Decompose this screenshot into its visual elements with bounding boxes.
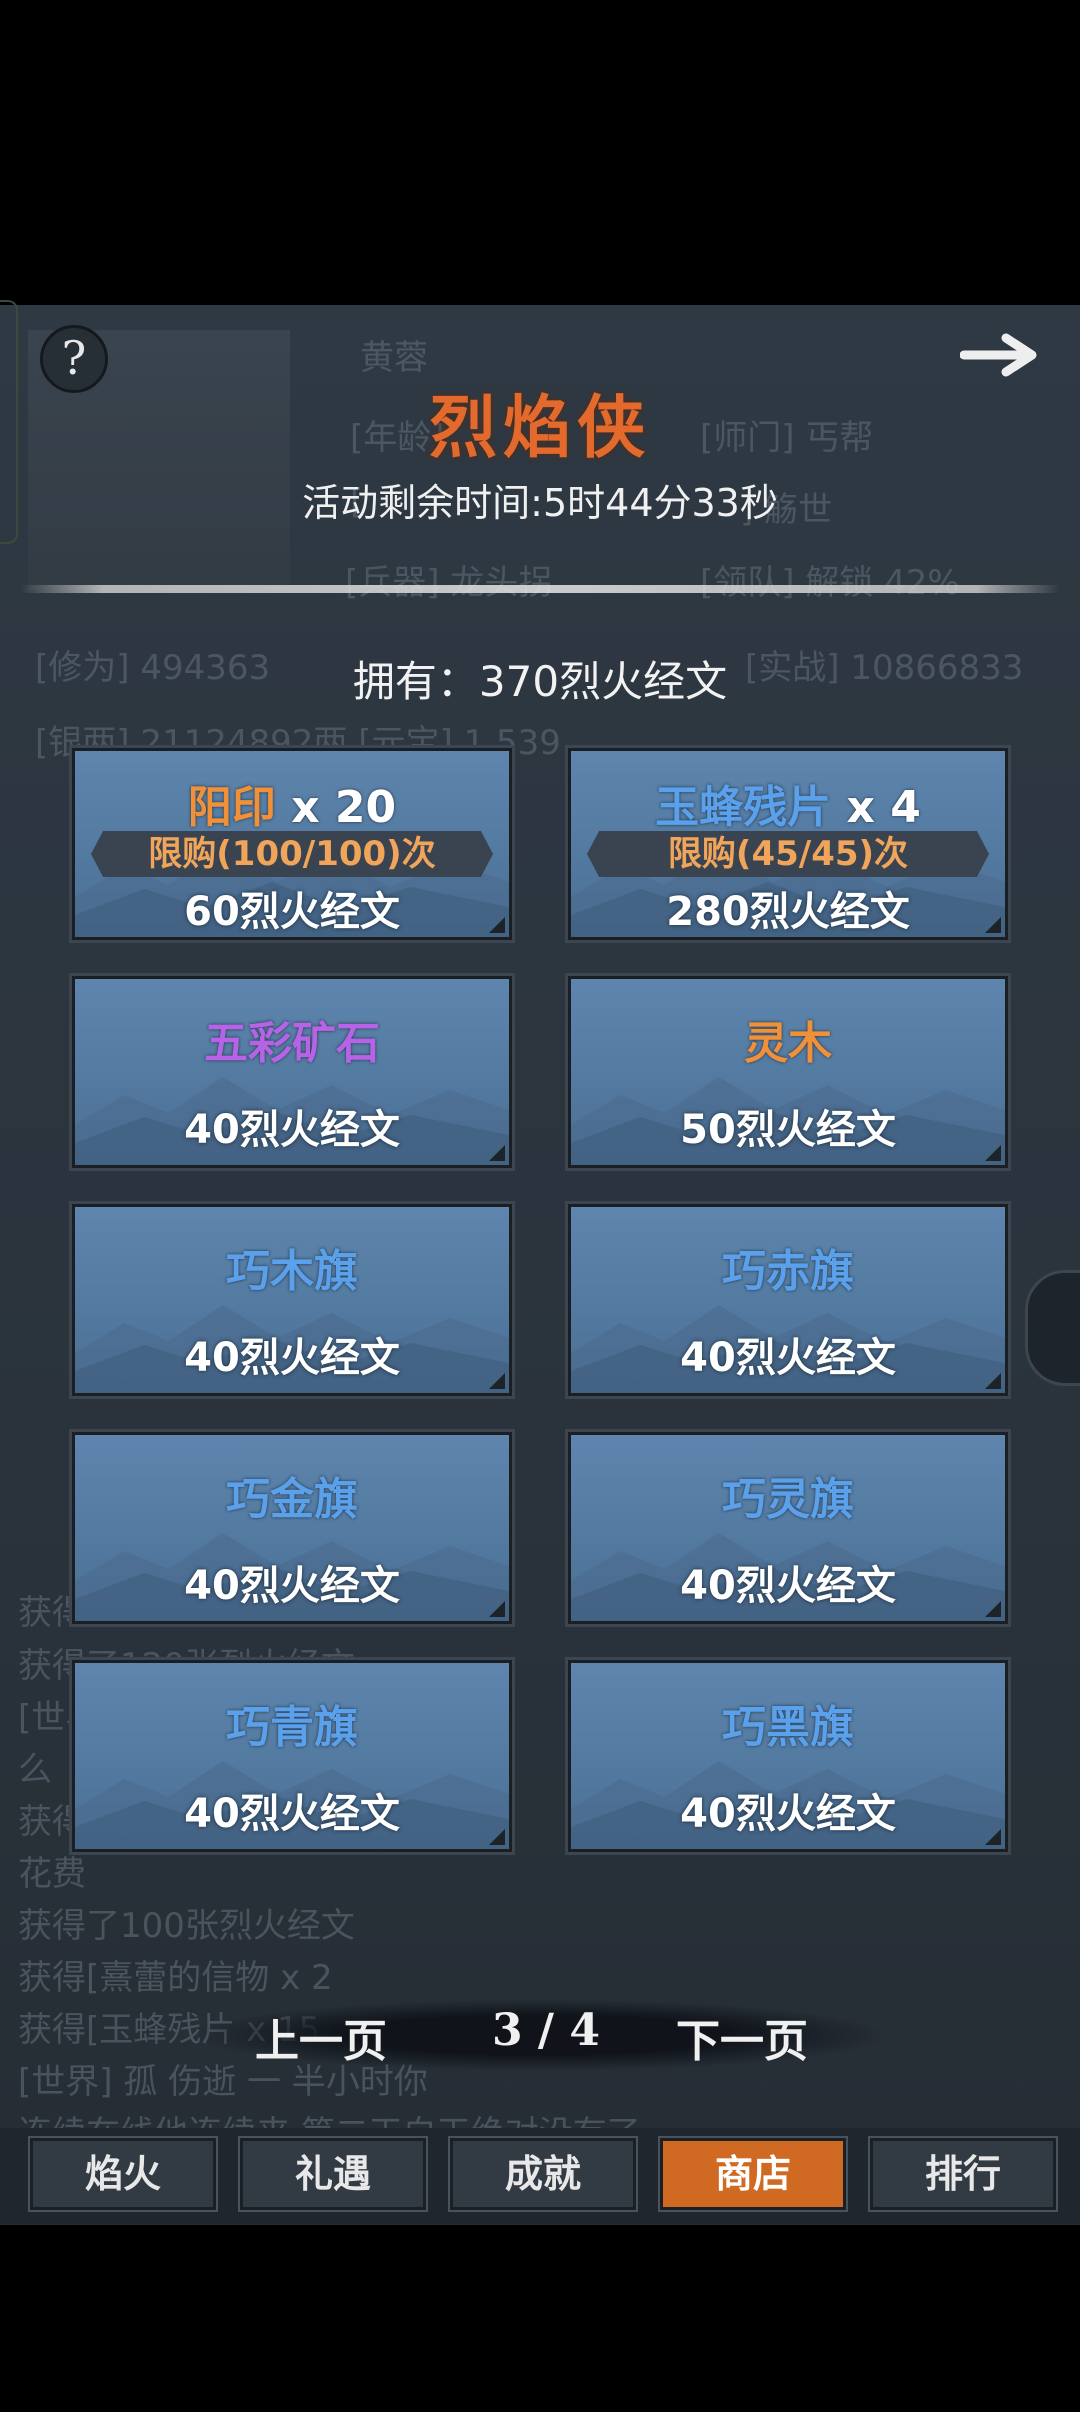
card-corner	[985, 1373, 1001, 1389]
item-name-main: 玉蜂残片	[655, 782, 832, 833]
card-corner	[489, 1145, 505, 1161]
item-price: 40烈火经文	[680, 1791, 896, 1837]
owned-currency: 拥有：370烈火经文	[352, 657, 728, 706]
shop-item-card[interactable]: 巧灵旗 40烈火经文	[565, 1429, 1011, 1627]
item-name: 巧金旗	[226, 1474, 358, 1525]
shop-item-card[interactable]: 巧青旗 40烈火经文	[69, 1657, 515, 1855]
purchase-limit: 限购(100/100)次	[91, 831, 493, 877]
purchase-limit: 限购(45/45)次	[587, 831, 989, 877]
card-corner	[489, 1829, 505, 1845]
background-text-line: 花费	[18, 1854, 86, 1894]
nav-tab[interactable]: 排行	[868, 2136, 1058, 2212]
item-price: 40烈火经文	[680, 1335, 896, 1381]
background-text-line: 获得了100张烈火经文	[18, 1906, 355, 1946]
item-name: 阳印 x 20	[75, 771, 509, 835]
item-name: 巧赤旗	[722, 1246, 854, 1297]
item-name: 巧木旗	[226, 1246, 358, 1297]
item-name: 玉蜂残片 x 4	[571, 771, 1005, 835]
page-indicator: 3 / 4	[492, 2005, 600, 2056]
background-text-line: 么	[18, 1750, 52, 1790]
card-corner	[489, 917, 505, 933]
nav-tab[interactable]: 礼遇	[238, 2136, 428, 2212]
item-quantity: x 20	[275, 782, 397, 833]
nav-tab[interactable]: 焰火	[28, 2136, 218, 2212]
shop-item-card[interactable]: 巧黑旗 40烈火经文	[565, 1657, 1011, 1855]
item-name-main: 阳印	[187, 782, 276, 833]
background-text-line: [领队] 解锁 42%	[700, 563, 960, 603]
shop-item-card[interactable]: 巧金旗 40烈火经文	[69, 1429, 515, 1627]
item-price: 40烈火经文	[184, 1563, 400, 1609]
item-name: 灵木	[744, 1018, 832, 1069]
item-name: 巧青旗	[226, 1702, 358, 1753]
item-price: 280烈火经文	[666, 889, 910, 935]
shop-item-card[interactable]: 巧木旗 40烈火经文	[69, 1201, 515, 1399]
card-corner	[985, 1601, 1001, 1617]
shop-item-card[interactable]: 玉蜂残片 x 4 限购(45/45)次 280烈火经文	[565, 745, 1011, 943]
item-name: 巧黑旗	[722, 1702, 854, 1753]
background-text-line: 获得[熹蕾的信物 x 2	[18, 1958, 333, 1998]
item-name: 五彩矿石	[204, 1018, 380, 1069]
item-price: 40烈火经文	[184, 1791, 400, 1837]
shop-item-card[interactable]: 阳印 x 20 限购(100/100)次 60烈火经文	[69, 745, 515, 943]
background-text-line: [兵器] 龙头拐	[345, 563, 553, 603]
item-price: 40烈火经文	[184, 1107, 400, 1153]
card-corner	[985, 1829, 1001, 1845]
item-quantity: x 4	[831, 782, 921, 833]
card-corner	[985, 1145, 1001, 1161]
card-corner	[985, 917, 1001, 933]
prev-page-button[interactable]: 上一页	[255, 2005, 387, 2069]
nav-tab[interactable]: 商店	[658, 2136, 848, 2212]
next-page-button[interactable]: 下一页	[676, 2005, 808, 2069]
card-corner	[489, 1601, 505, 1617]
event-title: 烈焰侠	[428, 388, 651, 468]
item-price: 40烈火经文	[184, 1335, 400, 1381]
nav-tab[interactable]: 成就	[448, 2136, 638, 2212]
item-price: 50烈火经文	[680, 1107, 896, 1153]
item-name: 巧灵旗	[722, 1474, 854, 1525]
shop-item-card[interactable]: 灵木 50烈火经文	[565, 973, 1011, 1171]
side-tab-handle[interactable]	[1025, 1270, 1080, 1386]
item-price: 60烈火经文	[184, 889, 400, 935]
card-corner	[489, 1373, 505, 1389]
event-timer: 活动剩余时间:5时44分33秒	[302, 481, 778, 525]
item-price: 40烈火经文	[680, 1563, 896, 1609]
shop-item-card[interactable]: 巧赤旗 40烈火经文	[565, 1201, 1011, 1399]
divider	[20, 585, 1060, 593]
shop-item-card[interactable]: 五彩矿石 40烈火经文	[69, 973, 515, 1171]
